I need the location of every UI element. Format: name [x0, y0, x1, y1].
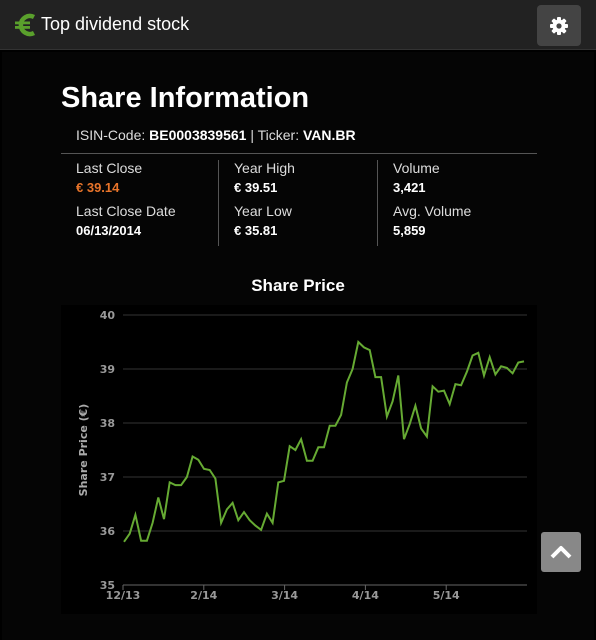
last-close-date-value: 06/13/2014: [76, 223, 142, 238]
last-close-value: € 39.14: [76, 180, 120, 195]
ticker-label: | Ticker:: [250, 127, 300, 143]
x-axis: 12/13 2/14 3/14 4/14 5/14: [106, 584, 527, 602]
year-high-value: € 39.51: [234, 180, 278, 195]
stats-column-volume: Volume 3,421 Avg. Volume 5,859: [393, 160, 471, 246]
settings-button[interactable]: [537, 5, 581, 46]
volume-value: 3,421: [393, 180, 426, 195]
stats-column-year: Year High € 39.51 Year Low € 35.81: [234, 160, 295, 246]
y-tick-label: 37: [100, 471, 115, 484]
page-title: Share Information: [61, 82, 310, 114]
year-low-value: € 35.81: [234, 223, 278, 238]
avg-volume-value: 5,859: [393, 223, 426, 238]
x-tick-label: 3/14: [271, 589, 298, 602]
chevron-up-icon: [550, 546, 572, 559]
year-high-label: Year High: [234, 160, 295, 176]
share-price-chart: 35 36 37 38 39 40 12/13 2/14 3/14 4/14 5/14 Share…: [61, 305, 537, 614]
ticker-value: VAN.BR: [303, 127, 356, 143]
isin-value: BE0003839561: [149, 127, 247, 143]
chart-svg: 353637383940 12/13 2/14 3/14 4/14 5/14 Share…: [77, 309, 527, 602]
stats-column-close: Last Close € 39.14 Last Close Date 06/13…: [76, 160, 176, 246]
volume-label: Volume: [393, 160, 440, 176]
y-tick-label: 40: [100, 309, 116, 322]
scroll-to-top-button[interactable]: [541, 532, 581, 572]
isin-label: ISIN-Code:: [76, 127, 146, 143]
x-tick-label: 12/13: [106, 589, 141, 602]
y-tick-label: 39: [100, 363, 115, 376]
series-line: [123, 340, 525, 543]
x-tick-label: 4/14: [352, 589, 379, 602]
last-close-label: Last Close: [76, 160, 143, 176]
euro-icon[interactable]: [14, 12, 38, 38]
gear-icon: [550, 16, 568, 35]
divider: [61, 153, 537, 154]
y-tick-label: 36: [100, 525, 116, 538]
y-tick-label: 38: [100, 417, 115, 430]
app-title: Top dividend stock: [41, 14, 190, 34]
x-tick-label: 5/14: [433, 589, 460, 602]
column-divider: [218, 160, 219, 246]
y-axis-label: Share Price (€): [77, 404, 90, 497]
year-low-label: Year Low: [234, 203, 292, 219]
last-close-date-label: Last Close Date: [76, 203, 176, 219]
x-tick-label: 2/14: [190, 589, 217, 602]
chart-title: Share Price: [251, 276, 345, 295]
column-divider: [377, 160, 378, 246]
identifier-line: ISIN-Code: BE0003839561 | Ticker: VAN.BR: [76, 127, 356, 143]
chart-grid: [123, 314, 527, 586]
avg-volume-label: Avg. Volume: [393, 203, 472, 219]
y-axis: 353637383940: [100, 309, 116, 592]
app-header: Top dividend stock: [0, 0, 596, 50]
